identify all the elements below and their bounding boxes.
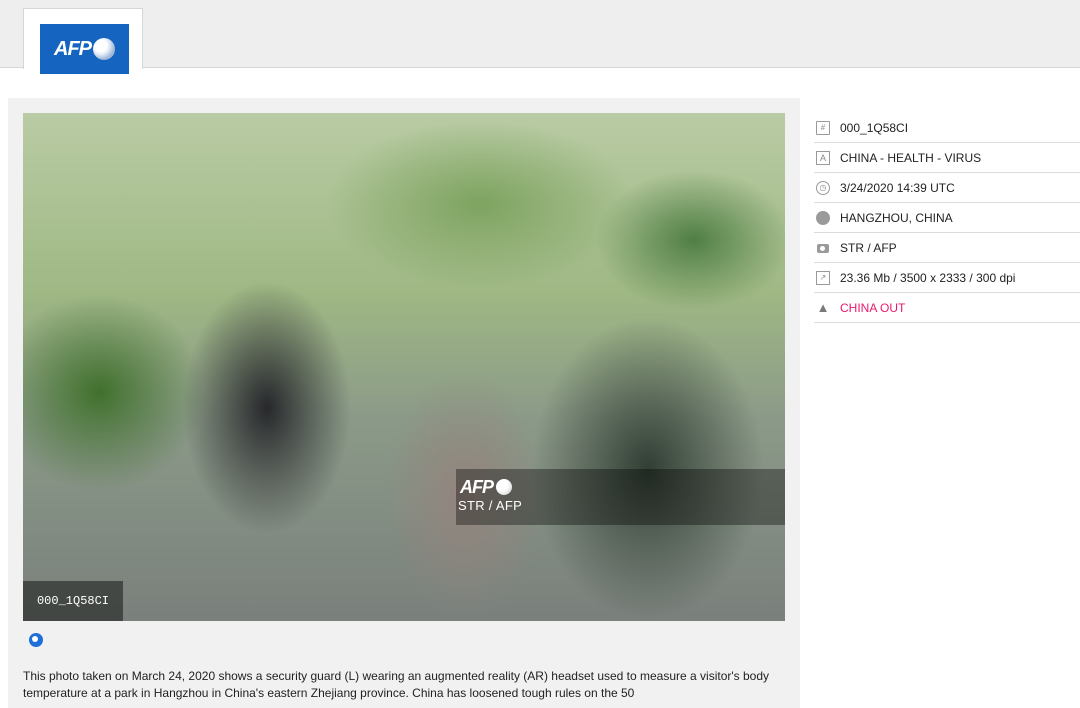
meta-row-title: A CHINA - HEALTH - VIRUS xyxy=(814,143,1080,173)
photo-id-overlay: 000_1Q58CI xyxy=(23,581,123,621)
meta-row-location: HANGZHOU, CHINA xyxy=(814,203,1080,233)
meta-row-id: # 000_1Q58CI xyxy=(814,113,1080,143)
news-photo[interactable]: AFP STR / AFP 000_1Q58CI xyxy=(23,113,785,621)
globe-icon xyxy=(816,210,830,225)
camera-icon xyxy=(816,241,830,255)
meta-location: HANGZHOU, CHINA xyxy=(840,210,953,225)
meta-id: 000_1Q58CI xyxy=(840,120,909,135)
warning-icon: ▲ xyxy=(816,300,830,315)
meta-row-size: ↗ 23.36 Mb / 3500 x 2333 / 300 dpi xyxy=(814,263,1080,293)
meta-title: CHINA - HEALTH - VIRUS xyxy=(840,150,982,165)
meta-date: 3/24/2020 14:39 UTC xyxy=(840,180,955,195)
afp-logo[interactable]: AFP xyxy=(40,24,129,74)
photo-caption: This photo taken on March 24, 2020 shows… xyxy=(23,669,770,700)
meta-row-credit: STR / AFP xyxy=(814,233,1080,263)
meta-credit: STR / AFP xyxy=(840,240,897,255)
top-bar: AFP xyxy=(0,0,1080,74)
watermark-logo-text: AFP xyxy=(460,476,494,497)
afp-tab[interactable]: AFP xyxy=(23,8,143,74)
clock-icon: ◷ xyxy=(816,180,830,195)
afp-globe-icon xyxy=(93,38,115,60)
globe-icon[interactable] xyxy=(29,633,43,647)
watermark-credit: STR / AFP xyxy=(458,498,523,513)
meta-size: 23.36 Mb / 3500 x 2333 / 300 dpi xyxy=(840,270,1016,285)
document-icon: # xyxy=(816,120,830,135)
afp-logo-text: AFP xyxy=(54,37,92,60)
meta-row-date: ◷ 3/24/2020 14:39 UTC xyxy=(814,173,1080,203)
meta-restriction: CHINA OUT xyxy=(840,300,906,315)
title-icon: A xyxy=(816,150,830,165)
resize-icon: ↗ xyxy=(816,270,830,285)
meta-row-restriction: ▲ CHINA OUT xyxy=(814,293,1080,323)
watermark-logo: AFP xyxy=(460,477,552,497)
watermark-globe-icon xyxy=(496,479,512,495)
metadata-panel: # 000_1Q58CI A CHINA - HEALTH - VIRUS ◷ … xyxy=(814,113,1080,323)
